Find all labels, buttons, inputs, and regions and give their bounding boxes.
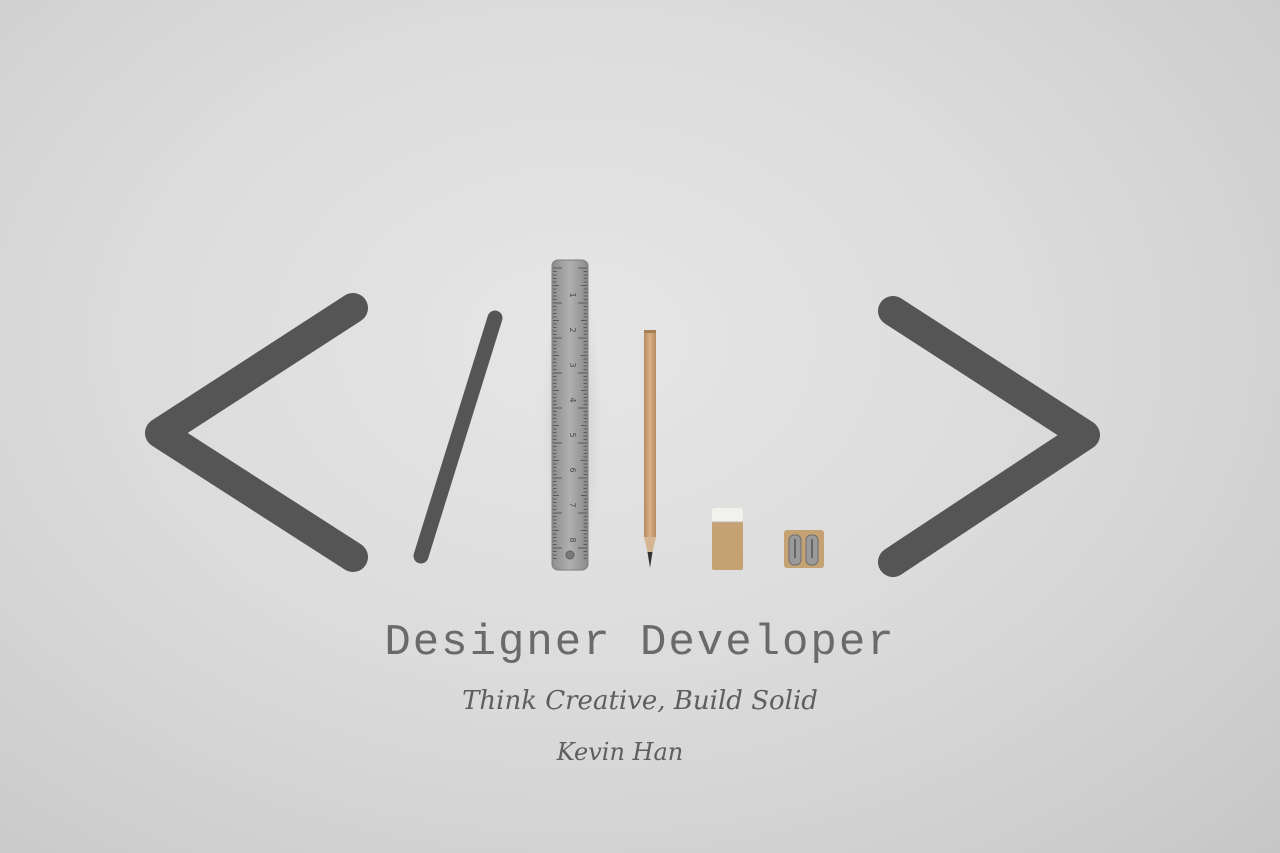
tagline: Think Creative, Build Solid — [462, 686, 818, 716]
ruler-number-label: 5 — [568, 432, 577, 437]
ruler-number-label: 3 — [568, 362, 577, 367]
page-title: Designer Developer — [384, 618, 896, 668]
ruler-number-label: 6 — [568, 467, 577, 472]
pencil-icon — [644, 330, 656, 568]
ruler-icon: 1 2 3 4 5 6 7 8 — [542, 259, 602, 580]
sharpener-icon — [784, 530, 824, 568]
ruler-number-label: 7 — [568, 502, 577, 507]
hero-artwork: 12345678 Designer Developer Think Creati… — [0, 0, 1280, 853]
left-angle-bracket-icon — [145, 293, 368, 572]
slash-icon — [413, 310, 503, 564]
code-symbol-illustration: 1 2 3 4 5 6 7 8 — [145, 259, 1100, 580]
right-angle-bracket-icon — [878, 296, 1100, 577]
ruler-number-label: 1 — [568, 292, 577, 297]
ruler-number-label: 2 — [568, 327, 577, 332]
author-name: Kevin Han — [556, 738, 684, 766]
eraser-icon — [712, 508, 743, 570]
ruler-number-label: 4 — [568, 397, 577, 402]
ruler-number-label: 8 — [568, 537, 577, 542]
